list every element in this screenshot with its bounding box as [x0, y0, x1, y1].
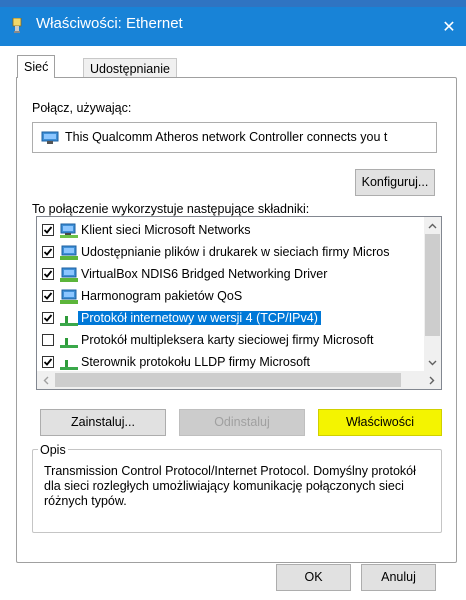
- list-item[interactable]: Udostępnianie plików i drukarek w siecia…: [37, 243, 422, 263]
- network-service-icon: [59, 289, 81, 305]
- component-checkbox[interactable]: [42, 224, 54, 236]
- chevron-up-icon: [428, 223, 437, 228]
- component-checkbox[interactable]: [42, 312, 54, 324]
- horizontal-scroll-thumb[interactable]: [55, 373, 401, 387]
- component-label: Klient sieci Microsoft Networks: [81, 223, 251, 237]
- component-label: Harmonogram pakietów QoS: [81, 289, 243, 303]
- tab-network[interactable]: Sieć: [17, 55, 56, 78]
- chevron-left-icon: [43, 376, 49, 384]
- window-title: Właściwości: Ethernet: [36, 15, 183, 32]
- components-label: To połączenie wykorzystuje następujące s…: [32, 202, 310, 216]
- component-label: VirtualBox NDIS6 Bridged Networking Driv…: [81, 267, 328, 281]
- configure-button[interactable]: Konfiguruj...: [355, 169, 435, 196]
- component-checkbox[interactable]: [42, 246, 54, 258]
- title-top-strip: [0, 0, 466, 7]
- component-checkbox[interactable]: [42, 268, 54, 280]
- protocol-icon: [59, 355, 81, 371]
- component-checkbox[interactable]: [42, 290, 54, 302]
- close-button[interactable]: ✕: [432, 7, 466, 46]
- description-text: Transmission Control Protocol/Internet P…: [44, 464, 416, 508]
- network-service-icon: [59, 267, 81, 283]
- network-adapter-icon: [12, 18, 22, 33]
- title-bar: Właściwości: Ethernet ✕: [0, 0, 466, 46]
- close-icon: ✕: [442, 18, 456, 36]
- component-checkbox[interactable]: [42, 356, 54, 368]
- vertical-scrollbar[interactable]: [424, 217, 441, 371]
- adapter-name: This Qualcomm Atheros network Controller…: [65, 130, 388, 144]
- component-checkbox[interactable]: [42, 334, 54, 346]
- ok-button[interactable]: OK: [276, 564, 351, 591]
- horizontal-scrollbar[interactable]: [37, 371, 441, 389]
- scroll-up-arrow[interactable]: [424, 217, 441, 234]
- list-item[interactable]: Protokół multipleksera karty sieciowej f…: [37, 331, 422, 351]
- component-label: Sterownik protokołu LLDP firmy Microsoft: [81, 355, 311, 369]
- component-label: Protokół internetowy w wersji 4 (TCP/IPv…: [78, 311, 321, 325]
- network-adapter-icon: [41, 131, 59, 144]
- connect-using-label: Połącz, używając:: [32, 101, 132, 115]
- chevron-down-icon: [428, 360, 437, 365]
- scroll-right-arrow[interactable]: [423, 371, 441, 389]
- components-list[interactable]: Klient sieci Microsoft Networks Udostępni…: [36, 216, 442, 390]
- network-service-icon: [59, 245, 81, 261]
- list-item[interactable]: Harmonogram pakietów QoS: [37, 287, 422, 307]
- component-label: Udostępnianie plików i drukarek w siecia…: [81, 245, 390, 259]
- cancel-button[interactable]: Anuluj: [361, 564, 436, 591]
- list-item[interactable]: Sterownik protokołu LLDP firmy Microsoft: [37, 353, 422, 373]
- description-legend: Opis: [38, 443, 68, 457]
- vertical-scroll-thumb[interactable]: [425, 234, 440, 336]
- chevron-right-icon: [429, 376, 435, 384]
- component-label: Protokół multipleksera karty sieciowej f…: [81, 333, 374, 347]
- network-client-icon: [59, 223, 81, 239]
- list-item[interactable]: Klient sieci Microsoft Networks: [37, 221, 422, 241]
- list-item[interactable]: VirtualBox NDIS6 Bridged Networking Driv…: [37, 265, 422, 285]
- uninstall-button[interactable]: Odinstaluj: [179, 409, 305, 436]
- properties-button[interactable]: Właściwości: [318, 409, 442, 436]
- scroll-down-arrow[interactable]: [424, 354, 441, 371]
- list-item[interactable]: Protokół internetowy w wersji 4 (TCP/IPv…: [37, 309, 422, 329]
- install-button[interactable]: Zainstaluj...: [40, 409, 166, 436]
- protocol-icon: [59, 333, 81, 349]
- tab-sharing[interactable]: Udostępnianie: [83, 58, 177, 78]
- scroll-left-arrow[interactable]: [37, 371, 55, 389]
- adapter-field[interactable]: This Qualcomm Atheros network Controller…: [32, 122, 437, 153]
